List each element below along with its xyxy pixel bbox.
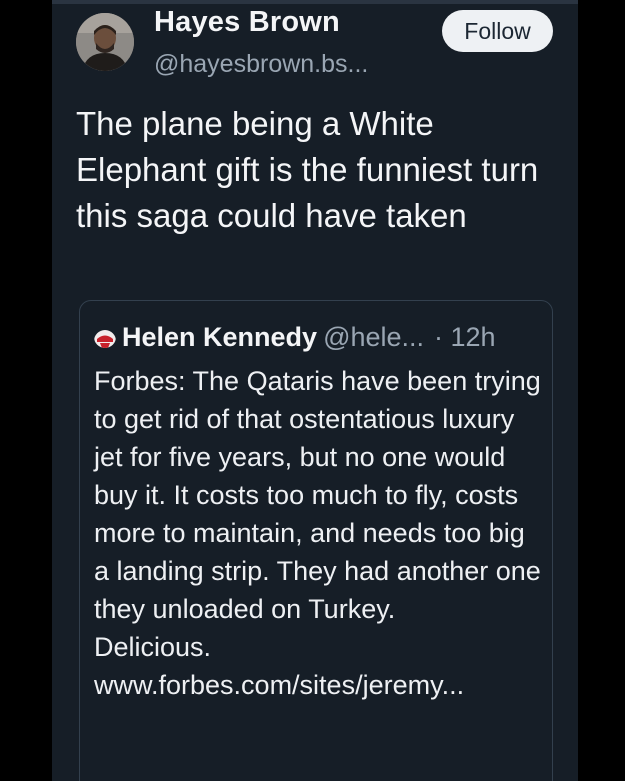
screenshot-stage: Hayes Brown @hayesbrown.bs... Follow The…	[0, 0, 625, 781]
quoted-post-body: Forbes: The Qataris have been trying to …	[94, 362, 544, 704]
quoted-post-link[interactable]: www.forbes.com/sites/jeremy...	[94, 666, 544, 704]
quoted-post-timestamp: · 12h	[434, 322, 496, 352]
panel-top-edge	[52, 0, 578, 4]
follow-button[interactable]: Follow	[442, 10, 553, 52]
author-display-name[interactable]: Hayes Brown	[154, 6, 340, 39]
quoted-post-text: Forbes: The Qataris have been trying to …	[94, 366, 541, 624]
quoted-post-card[interactable]: Helen Kennedy @hele... · 12h Forbes: The Q…	[79, 300, 553, 781]
quoted-avatar-image	[94, 330, 116, 348]
quoted-author-handle[interactable]: @hele...	[323, 322, 424, 352]
author-handle[interactable]: @hayesbrown.bs...	[154, 50, 368, 79]
post-panel: Hayes Brown @hayesbrown.bs... Follow The…	[52, 0, 578, 781]
post-text: The plane being a White Elephant gift is…	[76, 105, 539, 234]
author-avatar[interactable]	[76, 13, 134, 71]
quoted-post-header: Helen Kennedy @hele... · 12h	[94, 320, 496, 354]
quoted-post-text-second: Delicious.	[94, 632, 212, 662]
quoted-author-name[interactable]: Helen Kennedy	[122, 322, 317, 352]
quoted-author-avatar[interactable]	[94, 326, 116, 348]
avatar-image	[76, 13, 134, 71]
